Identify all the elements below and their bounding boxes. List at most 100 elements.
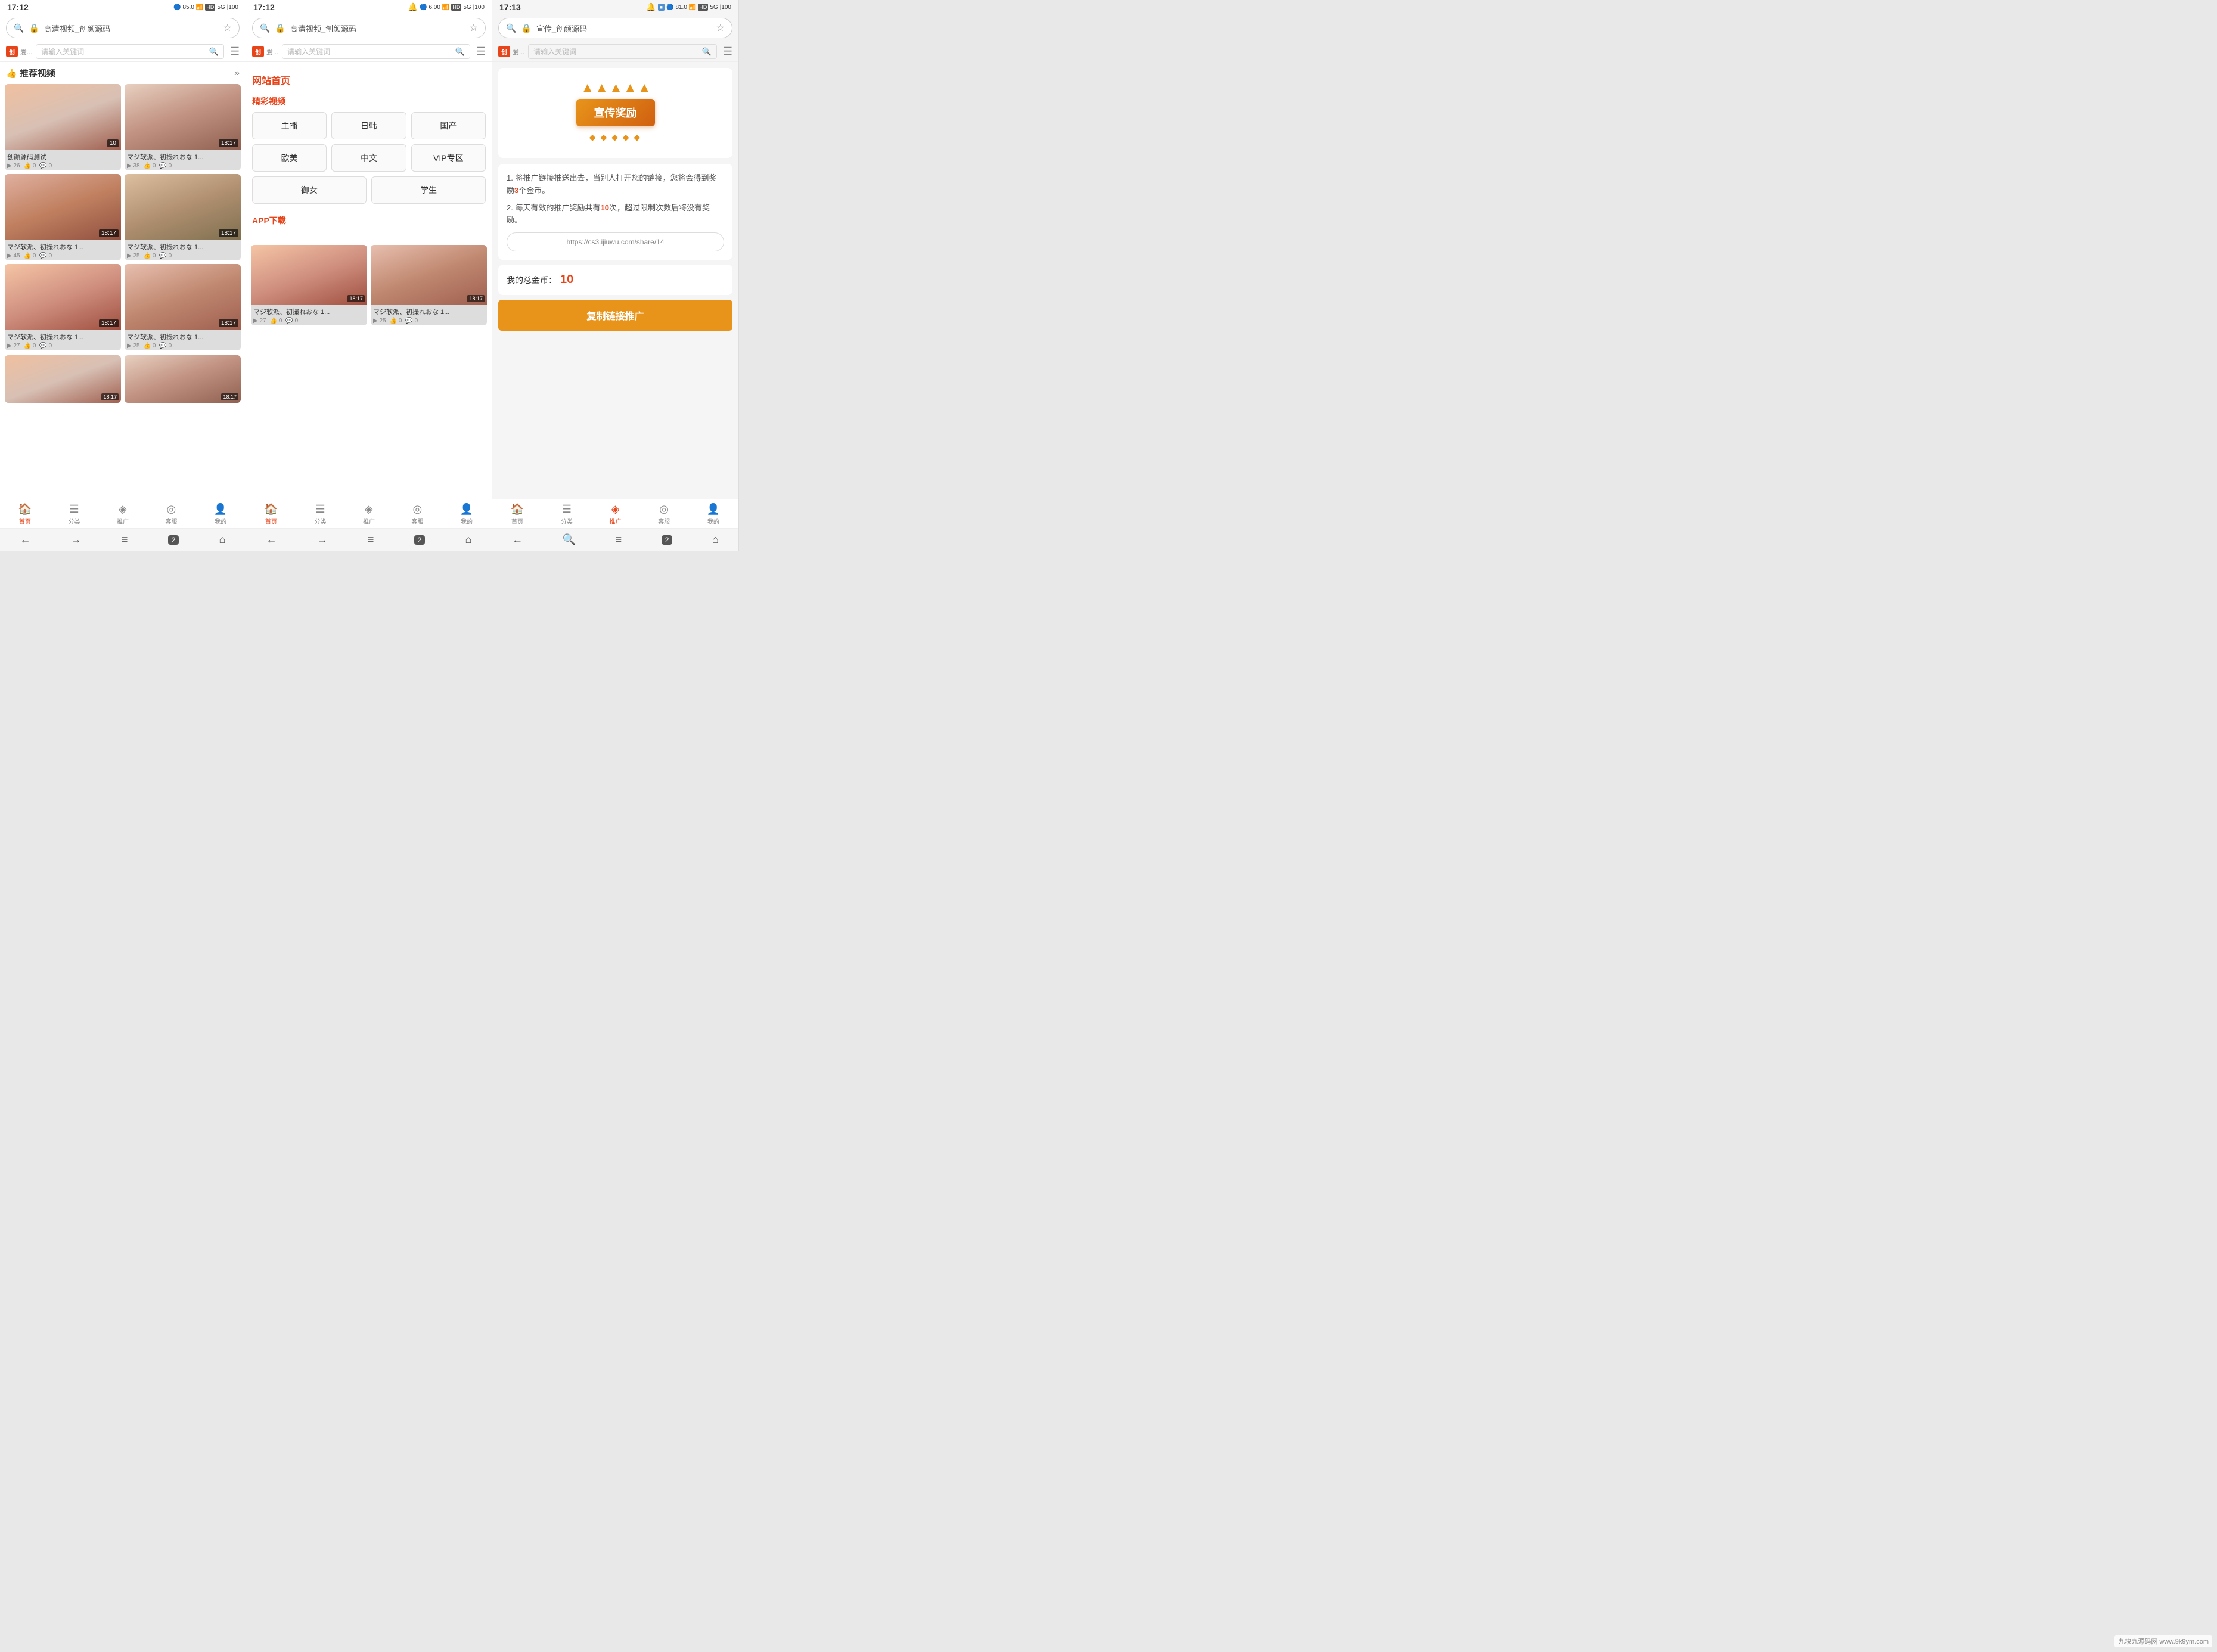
nav-category-1[interactable]: ☰ 分类 (69, 503, 80, 526)
nav-home-1[interactable]: 🏠 首页 (18, 503, 32, 526)
nav-promo-3[interactable]: ◈ 推广 (609, 503, 621, 526)
search-icon: 🔍 (14, 23, 24, 33)
profile-icon-3: 👤 (707, 503, 720, 516)
address-bar-1[interactable]: 🔍 🔒 高清视频_创颜源码 ☆ (6, 18, 240, 38)
video-card-1[interactable]: 18:17 マジ软派、初撮れおな 1... ▶ 38 👍 0 💬 0 (125, 84, 241, 170)
bookmark-icon-3[interactable]: ☆ (716, 22, 725, 34)
nav-profile-1[interactable]: 👤 我的 (214, 503, 227, 526)
search-box-3[interactable]: 请输入关键词 🔍 (528, 44, 717, 59)
promo-banner: ▲ ▲ ▲ ▲ ▲ 宣传奖励 ◆ ◆ ◆ ◆ ◆ (498, 68, 732, 158)
service-icon-3: ◎ (659, 503, 669, 516)
promo-link-text: https://cs3.ijiuwu.com/share/14 (566, 238, 664, 246)
p2-video-info-1: マジ软派、初撮れおな 1... ▶ 25 👍 0 💬 0 (371, 305, 487, 325)
p2-video-meta-0: ▶ 27 👍 0 💬 0 (253, 318, 365, 324)
menu-btn-2[interactable]: ≡ (368, 533, 374, 546)
back-btn-2[interactable]: ← (266, 533, 277, 546)
crown-arrows-top: ▲ ▲ ▲ ▲ ▲ (576, 80, 655, 95)
video-card-5[interactable]: 18:17 マジ软派、初撮れおな 1... ▶ 25 👍 0 💬 0 (125, 264, 241, 350)
address-bar-2[interactable]: 🔍 🔒 高清视频_创颜源码 ☆ (252, 18, 486, 38)
nav-promo-2[interactable]: ◈ 推广 (363, 503, 375, 526)
menu-btn-3[interactable]: ≡ (616, 533, 622, 546)
video-meta-2: ▶ 45 👍 0 💬 0 (7, 253, 119, 259)
app-logo-2: 创 爱... (252, 46, 278, 57)
back-btn-1[interactable]: ← (20, 533, 31, 546)
search-btn-icon[interactable]: 🔍 (209, 47, 219, 57)
search-box-1[interactable]: 请输入关键词 🔍 (36, 44, 224, 59)
video-title-5: マジ软派、初撮れおな 1... (127, 332, 238, 341)
p2-video-card-1[interactable]: 18:17 マジ软派、初撮れおな 1... ▶ 25 👍 0 💬 0 (371, 245, 487, 325)
p2-video-card-0[interactable]: 18:17 マジ软派、初撮れおな 1... ▶ 27 👍 0 💬 0 (251, 245, 367, 325)
video-thumb-4: 18:17 (5, 264, 121, 330)
tabs-btn-1[interactable]: 2 (168, 535, 179, 545)
video-card-2[interactable]: 18:17 マジ软派、初撮れおな 1... ▶ 45 👍 0 💬 0 (5, 174, 121, 260)
nav-profile-3[interactable]: 👤 我的 (707, 503, 720, 526)
search-btn-icon-2[interactable]: 🔍 (455, 47, 465, 57)
copy-link-button[interactable]: 复制链接推广 (498, 300, 732, 331)
nav-service-1[interactable]: ◎ 客服 (165, 503, 177, 526)
nav-home-2[interactable]: 🏠 首页 (265, 503, 278, 526)
bookmark-icon-2[interactable]: ☆ (470, 22, 478, 34)
nav-service-3[interactable]: ◎ 客服 (658, 503, 670, 526)
nav-promo-1[interactable]: ◈ 推广 (117, 503, 129, 526)
forward-btn-1[interactable]: → (71, 533, 82, 546)
phone-panel-1: 17:12 🔵 85.0 📶 HD 5G |100 🔍 🔒 高清视频_创颜源码 … (0, 0, 246, 551)
tabs-btn-3[interactable]: 2 (662, 535, 673, 545)
video-thumb-1: 18:17 (125, 84, 241, 150)
likes-4: 👍 0 (24, 343, 36, 349)
video-card-0[interactable]: 10 创颜源码测试 ▶ 26 👍 0 💬 0 (5, 84, 121, 170)
forward-btn-2[interactable]: → (317, 533, 328, 546)
video-info-0: 创颜源码测试 ▶ 26 👍 0 💬 0 (5, 150, 121, 170)
address-bar-3[interactable]: 🔍 🔒 宣传_创颜源码 ☆ (498, 18, 732, 38)
menu-btn-jk[interactable]: 日韩 (331, 112, 406, 139)
p2-duration-0: 18:17 (347, 295, 365, 302)
search-browser-btn-3[interactable]: 🔍 (563, 533, 576, 546)
nav-profile-2[interactable]: 👤 我的 (460, 503, 473, 526)
video-card-4[interactable]: 18:17 マジ软派、初撮れおな 1... ▶ 27 👍 0 💬 0 (5, 264, 121, 350)
nav-category-label-2: 分类 (315, 517, 327, 526)
app-logo-3: 创 爱... (498, 46, 524, 57)
status-icons-1: 🔵 85.0 📶 HD 5G |100 (173, 4, 238, 11)
nav-category-3[interactable]: ☰ 分类 (561, 503, 573, 526)
home-browser-btn-3[interactable]: ⌂ (712, 533, 719, 546)
video-card-7[interactable]: 18:17 (125, 355, 241, 403)
promo-link-box[interactable]: https://cs3.ijiuwu.com/share/14 (507, 232, 724, 251)
menu-icon-2[interactable]: ☰ (476, 45, 486, 58)
wifi-icon-2: 📶 (442, 4, 449, 11)
menu-section-title[interactable]: 网站首页 (252, 68, 486, 89)
promo-desc-1: 1. 将推广链接推送出去，当别人打开您的链接，您将会得到奖励3个金币。 (507, 172, 724, 197)
menu-btn-student[interactable]: 学生 (371, 176, 486, 204)
comments-0: 💬 0 (39, 163, 52, 169)
video-card-6[interactable]: 18:17 (5, 355, 121, 403)
menu-btn-chinese[interactable]: 中文 (331, 144, 406, 172)
video-card-3[interactable]: 18:17 マジ软派、初撮れおな 1... ▶ 25 👍 0 💬 0 (125, 174, 241, 260)
likes-2: 👍 0 (24, 253, 36, 259)
menu-btn-vip[interactable]: VIP专区 (411, 144, 486, 172)
bookmark-icon[interactable]: ☆ (223, 22, 232, 34)
search-placeholder-3: 请输入关键词 (533, 46, 699, 57)
nav-home-3[interactable]: 🏠 首页 (511, 503, 524, 526)
battery-icon-2: |100 (473, 4, 485, 11)
nav-category-label-3: 分类 (561, 517, 573, 526)
search-btn-icon-3[interactable]: 🔍 (702, 47, 712, 57)
p2-views-1: ▶ 25 (373, 318, 386, 324)
menu-btn-western[interactable]: 欧美 (252, 144, 327, 172)
menu-btn-anchor[interactable]: 主播 (252, 112, 327, 139)
home-browser-btn-2[interactable]: ⌂ (465, 533, 471, 546)
menu-btn-mature[interactable]: 御女 (252, 176, 367, 204)
phone-panel-3: 17:13 🔔 ■ 🔵 81.0 📶 HD 5G |100 🔍 🔒 宣传_创颜源… (492, 0, 739, 551)
home-browser-btn-1[interactable]: ⌂ (219, 533, 225, 546)
more-icon[interactable]: » (234, 68, 240, 79)
menu-grid-main: 主播 日韩 国产 欧美 中文 VIP专区 (252, 112, 486, 172)
menu-icon-1[interactable]: ☰ (230, 45, 240, 58)
nav-service-2[interactable]: ◎ 客服 (411, 503, 423, 526)
address-text-3: 宣传_创颜源码 (536, 23, 712, 34)
menu-icon-3[interactable]: ☰ (723, 45, 732, 58)
search-box-2[interactable]: 请输入关键词 🔍 (282, 44, 470, 59)
back-btn-3[interactable]: ← (512, 533, 523, 546)
menu-btn-1[interactable]: ≡ (122, 533, 128, 546)
lock-icon-2: 🔒 (275, 23, 285, 33)
promo-icon-1: ◈ (119, 503, 127, 516)
menu-btn-domestic[interactable]: 国产 (411, 112, 486, 139)
nav-category-2[interactable]: ☰ 分类 (315, 503, 327, 526)
tabs-btn-2[interactable]: 2 (414, 535, 426, 545)
